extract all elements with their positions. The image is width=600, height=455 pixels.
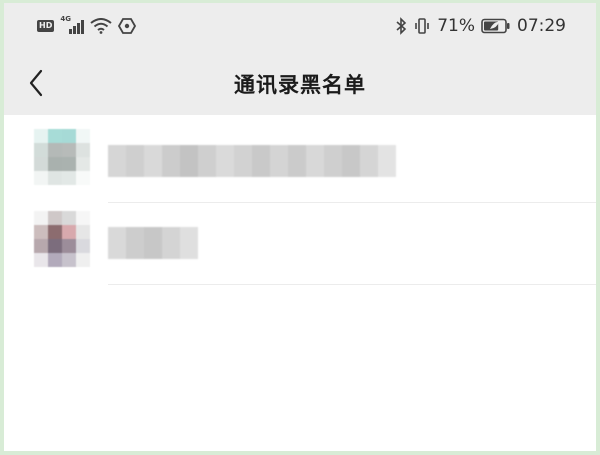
avatar-pixel xyxy=(62,239,76,253)
nav-bar: 通讯录黑名单 xyxy=(4,51,596,115)
contact-name-blurred xyxy=(108,145,396,177)
name-blur-block xyxy=(306,145,324,177)
contact-name-blurred xyxy=(108,227,198,259)
avatar-pixel xyxy=(76,225,90,239)
avatar-pixel xyxy=(34,171,48,185)
avatar-pixel xyxy=(48,253,62,267)
name-blur-block xyxy=(288,145,306,177)
avatar-pixel xyxy=(34,143,48,157)
avatar-pixel xyxy=(48,171,62,185)
name-blur-block xyxy=(270,145,288,177)
battery-icon xyxy=(481,18,510,34)
bluetooth-icon xyxy=(396,17,407,35)
avatar-pixel xyxy=(34,225,48,239)
avatar-pixel xyxy=(48,143,62,157)
avatar-pixel xyxy=(62,143,76,157)
name-blur-block xyxy=(126,145,144,177)
battery-percent: 71% xyxy=(437,16,475,36)
avatar-pixel xyxy=(34,157,48,171)
avatar-pixel xyxy=(34,129,48,143)
status-right: 71% 07:29 xyxy=(395,14,566,38)
avatar-pixel xyxy=(48,211,62,225)
avatar-pixel xyxy=(62,225,76,239)
avatar-pixel xyxy=(48,225,62,239)
avatar-pixel xyxy=(34,253,48,267)
name-blur-block xyxy=(324,145,342,177)
name-blur-block xyxy=(126,227,144,259)
avatar-pixel xyxy=(62,253,76,267)
name-blur-block xyxy=(234,145,252,177)
name-blur-block xyxy=(108,227,126,259)
avatar-pixel xyxy=(76,157,90,171)
name-blur-block xyxy=(378,145,396,177)
avatar-pixel xyxy=(76,211,90,225)
avatar-pixel xyxy=(62,211,76,225)
hd-badge: HD xyxy=(37,20,55,32)
avatar-pixel xyxy=(62,157,76,171)
avatar-pixel xyxy=(76,143,90,157)
avatar-pixel xyxy=(76,171,90,185)
cellular-signal-icon: 4G xyxy=(60,15,85,34)
avatar-pixel xyxy=(62,129,76,143)
avatar-pixel xyxy=(34,239,48,253)
avatar-pixel xyxy=(76,253,90,267)
status-bar: HD 4G 71% 07:29 xyxy=(4,3,596,51)
name-blur-block xyxy=(252,145,270,177)
name-blur-block xyxy=(360,145,378,177)
name-blur-block xyxy=(162,145,180,177)
name-blur-block xyxy=(342,145,360,177)
app-notification-icon xyxy=(118,18,137,34)
name-blur-block xyxy=(144,227,162,259)
avatar-pixel xyxy=(48,157,62,171)
page-title: 通讯录黑名单 xyxy=(234,73,366,97)
avatar xyxy=(34,129,90,185)
avatar-pixel xyxy=(34,211,48,225)
avatar-pixel xyxy=(48,129,62,143)
divider xyxy=(108,202,596,203)
avatar xyxy=(34,211,90,267)
name-blur-block xyxy=(180,227,198,259)
name-blur-block xyxy=(198,145,216,177)
name-blur-block xyxy=(216,145,234,177)
name-blur-block xyxy=(144,145,162,177)
avatar-pixel xyxy=(62,171,76,185)
blacklist-item[interactable] xyxy=(4,205,596,285)
network-type: 4G xyxy=(60,15,71,23)
name-blur-block xyxy=(108,145,126,177)
vibrate-icon xyxy=(415,18,430,34)
blacklist-item[interactable] xyxy=(4,123,596,203)
name-blur-block xyxy=(180,145,198,177)
divider xyxy=(108,284,596,285)
name-blur-block xyxy=(162,227,180,259)
screen: HD 4G 71% 07:29 通讯录黑名单 xyxy=(4,3,596,451)
avatar-pixel xyxy=(48,239,62,253)
wifi-icon xyxy=(90,18,112,34)
avatar-pixel xyxy=(76,239,90,253)
status-left: HD 4G xyxy=(37,15,137,36)
avatar-pixel xyxy=(76,129,90,143)
clock-time: 07:29 xyxy=(517,16,566,36)
